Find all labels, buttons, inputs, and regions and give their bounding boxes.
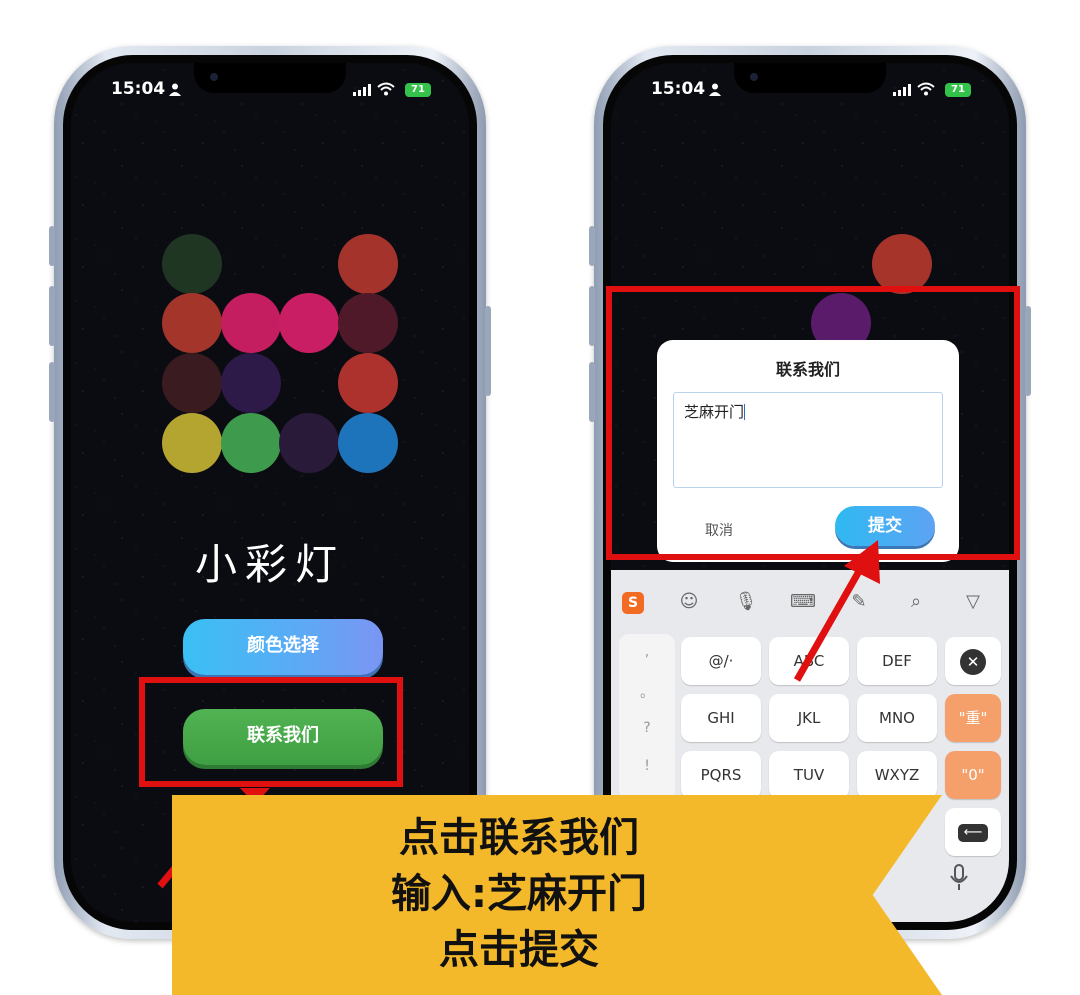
wifi-icon xyxy=(377,82,395,96)
person-icon xyxy=(169,83,181,96)
instruction-text: 点击联系我们 输入:芝麻开门 点击提交 xyxy=(174,810,864,978)
wifi-icon xyxy=(917,82,935,96)
signal-icon xyxy=(893,84,911,96)
status-bar: 15:04 71 xyxy=(611,79,1009,103)
status-time: 15:04 xyxy=(111,79,166,99)
signal-icon xyxy=(353,84,371,96)
instruction-line: 点击提交 xyxy=(439,927,599,973)
instruction-line: 输入:芝麻开门 xyxy=(391,871,647,917)
battery-icon: 71 xyxy=(945,83,971,97)
status-time: 15:04 xyxy=(651,79,706,99)
battery-icon: 71 xyxy=(405,83,431,97)
person-icon xyxy=(709,83,721,96)
instruction-line: 点击联系我们 xyxy=(399,815,639,861)
status-bar: 15:04 71 xyxy=(71,79,469,103)
